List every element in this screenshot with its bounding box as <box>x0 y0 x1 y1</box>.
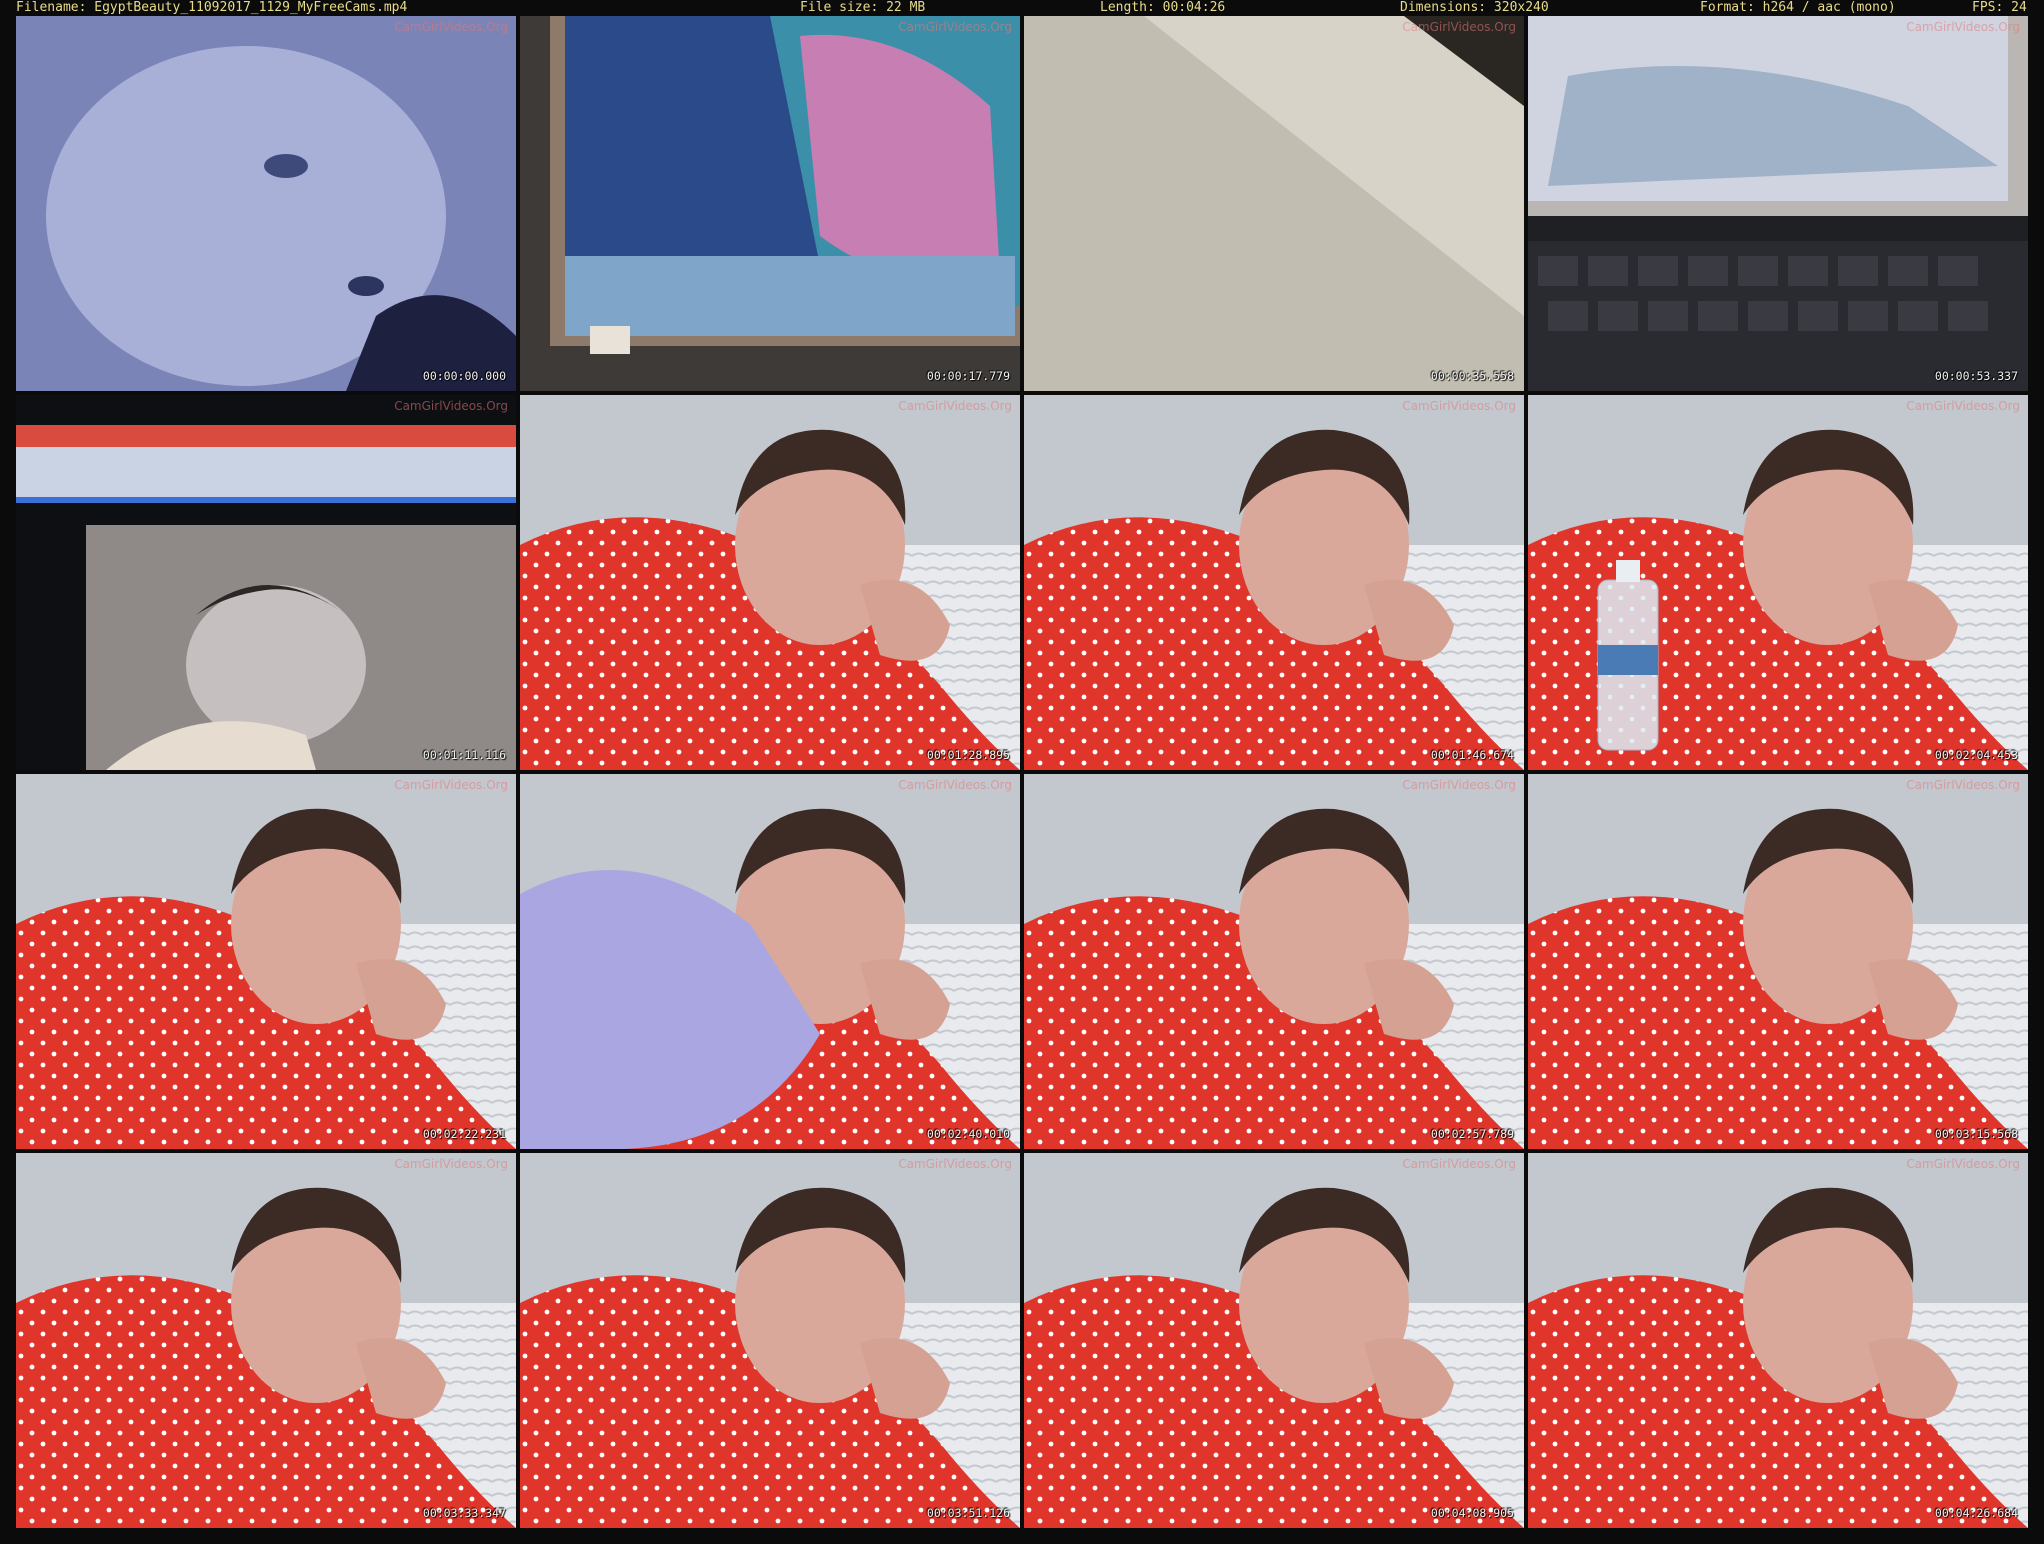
timestamp-label: 00:03:33.347 <box>422 1506 506 1520</box>
format-label: Format: h264 / aac (mono) <box>1700 0 1896 15</box>
watermark-label: CamGirlVideos.Org <box>394 1157 508 1171</box>
timestamp-label: 00:02:57.789 <box>1430 1127 1514 1141</box>
thumbnail-frame[interactable]: CamGirlVideos.Org 00:03:33.347 <box>16 1153 516 1528</box>
watermark-label: CamGirlVideos.Org <box>1906 1157 2020 1171</box>
video-frame-image <box>520 16 1020 391</box>
video-frame-image <box>520 395 1020 770</box>
thumbnail-frame[interactable]: CamGirlVideos.Org 00:00:35.558 <box>1024 16 1524 391</box>
thumbnail-frame[interactable]: CamGirlVideos.Org 00:00:53.337 <box>1528 16 2028 391</box>
watermark-label: CamGirlVideos.Org <box>394 20 508 34</box>
video-frame-image <box>16 774 516 1149</box>
watermark-label: CamGirlVideos.Org <box>898 778 1012 792</box>
timestamp-label: 00:01:11.116 <box>422 748 506 762</box>
thumbnail-frame[interactable]: CamGirlVideos.Org 00:02:04.453 <box>1528 395 2028 770</box>
thumbnail-frame[interactable]: CamGirlVideos.Org 00:03:51.126 <box>520 1153 1020 1528</box>
dimensions-label: Dimensions: 320x240 <box>1400 0 1549 15</box>
video-frame-image <box>16 395 516 770</box>
timestamp-label: 00:04:26.684 <box>1934 1506 2018 1520</box>
timestamp-label: 00:02:40.010 <box>926 1127 1010 1141</box>
thumbnail-frame[interactable]: CamGirlVideos.Org 00:01:46.674 <box>1024 395 1524 770</box>
watermark-label: CamGirlVideos.Org <box>898 20 1012 34</box>
thumbnail-frame[interactable]: CamGirlVideos.Org 00:04:26.684 <box>1528 1153 2028 1528</box>
filesize-label: File size: 22 MB <box>800 0 926 15</box>
video-frame-image <box>16 1153 516 1528</box>
timestamp-label: 00:00:35.558 <box>1430 369 1514 383</box>
filename-label: Filename: EgyptBeauty_11092017_1129_MyFr… <box>16 0 408 15</box>
video-frame-image <box>1024 774 1524 1149</box>
watermark-label: CamGirlVideos.Org <box>898 399 1012 413</box>
timestamp-label: 00:02:04.453 <box>1934 748 2018 762</box>
timestamp-label: 00:04:08.905 <box>1430 1506 1514 1520</box>
watermark-label: CamGirlVideos.Org <box>394 778 508 792</box>
length-label: Length: 00:04:26 <box>1100 0 1226 15</box>
video-frame-image <box>1528 774 2028 1149</box>
video-frame-image <box>1024 1153 1524 1528</box>
thumbnail-frame[interactable]: CamGirlVideos.Org 00:01:28.895 <box>520 395 1020 770</box>
watermark-label: CamGirlVideos.Org <box>1906 778 2020 792</box>
timestamp-label: 00:01:46.674 <box>1430 748 1514 762</box>
thumbnail-frame[interactable]: CamGirlVideos.Org 00:02:40.010 <box>520 774 1020 1149</box>
thumbnail-frame[interactable]: CamGirlVideos.Org 00:00:17.779 <box>520 16 1020 391</box>
video-frame-image <box>520 774 1020 1149</box>
video-frame-image <box>1528 1153 2028 1528</box>
thumbnail-frame[interactable]: CamGirlVideos.Org 00:01:11.116 <box>16 395 516 770</box>
timestamp-label: 00:01:28.895 <box>926 748 1010 762</box>
fps-label: FPS: 24 <box>1972 0 2027 15</box>
watermark-label: CamGirlVideos.Org <box>1402 399 1516 413</box>
timestamp-label: 00:03:15.568 <box>1934 1127 2018 1141</box>
watermark-label: CamGirlVideos.Org <box>898 1157 1012 1171</box>
watermark-label: CamGirlVideos.Org <box>1402 1157 1516 1171</box>
video-frame-image <box>1024 395 1524 770</box>
thumbnail-frame[interactable]: CamGirlVideos.Org 00:02:57.789 <box>1024 774 1524 1149</box>
timestamp-label: 00:02:22.231 <box>422 1127 506 1141</box>
thumbnail-frame[interactable]: CamGirlVideos.Org 00:00:00.000 <box>16 16 516 391</box>
watermark-label: CamGirlVideos.Org <box>394 399 508 413</box>
watermark-label: CamGirlVideos.Org <box>1402 20 1516 34</box>
timestamp-label: 00:03:51.126 <box>926 1506 1010 1520</box>
timestamp-label: 00:00:53.337 <box>1934 369 2018 383</box>
watermark-label: CamGirlVideos.Org <box>1402 778 1516 792</box>
info-header: Filename: EgyptBeauty_11092017_1129_MyFr… <box>0 0 2044 16</box>
video-frame-image <box>1024 16 1524 391</box>
thumbnail-grid: CamGirlVideos.Org 00:00:00.000 CamGirlVide… <box>16 16 2028 1528</box>
watermark-label: CamGirlVideos.Org <box>1906 399 2020 413</box>
thumbnail-frame[interactable]: CamGirlVideos.Org 00:02:22.231 <box>16 774 516 1149</box>
video-frame-image <box>1528 16 2028 391</box>
timestamp-label: 00:00:00.000 <box>422 369 506 383</box>
video-frame-image <box>520 1153 1020 1528</box>
timestamp-label: 00:00:17.779 <box>926 369 1010 383</box>
video-frame-image <box>16 16 516 391</box>
watermark-label: CamGirlVideos.Org <box>1906 20 2020 34</box>
thumbnail-frame[interactable]: CamGirlVideos.Org 00:04:08.905 <box>1024 1153 1524 1528</box>
thumbnail-frame[interactable]: CamGirlVideos.Org 00:03:15.568 <box>1528 774 2028 1149</box>
video-frame-image <box>1528 395 2028 770</box>
